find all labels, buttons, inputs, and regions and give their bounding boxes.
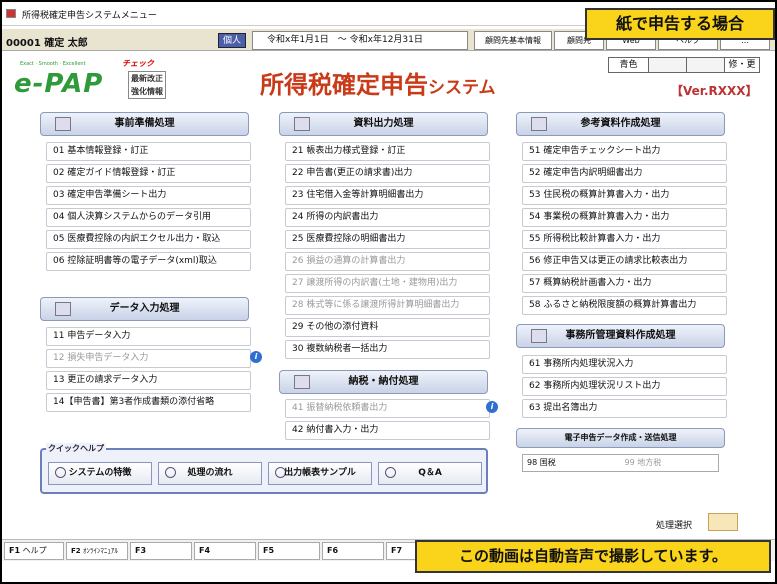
check-line-1: 最新改正 [131, 74, 163, 83]
denshi-row: 98 国税 99 地方税 [522, 454, 719, 472]
menu-item-01[interactable]: 01 基本情報登録・訂正 [46, 142, 251, 161]
computer-icon [55, 302, 71, 316]
color-status: 青色 修・更 [608, 57, 760, 73]
app-title: 所得税確定申告システム [260, 65, 496, 100]
menu-item-58[interactable]: 58 ふるさと納税限度額の概算計算書出力 [522, 296, 727, 315]
menu-item-99[interactable]: 99 地方税 [621, 455, 719, 471]
app-title-sys: システム [428, 78, 496, 98]
app-title-main: 所得税確定申告 [260, 71, 428, 99]
menu-item-53[interactable]: 53 住民税の概算計算書入力・出力 [522, 186, 727, 205]
menu-item-52[interactable]: 52 確定申告内訳明細書出力 [522, 164, 727, 183]
main-window: 所得税確定申告システムメニュー 紙で申告する場合 00001 確定 太郎 個人 … [2, 2, 775, 582]
section-sanko-title: 参考資料作成処理 [580, 118, 661, 129]
menu-item-03[interactable]: 03 確定申告準備シート出力 [46, 186, 251, 205]
color-label: 青色 [609, 58, 649, 72]
info-icon[interactable]: i [486, 401, 498, 413]
menu-item-14[interactable]: 14【申告書】第3者作成書類の添付省略 [46, 393, 251, 412]
folder-icon [531, 329, 547, 343]
kojin-badge[interactable]: 個人 [218, 33, 246, 48]
process-select-input[interactable] [708, 513, 738, 531]
quick-help-label: クイックヘルプ [46, 443, 106, 454]
info-icon[interactable]: i [250, 351, 262, 363]
tools-icon [531, 117, 547, 131]
section-denshi: 電子申告データ作成・送信処理 [516, 428, 725, 448]
menu-item-11[interactable]: 11 申告データ入力 [46, 327, 251, 346]
menu-item-24[interactable]: 24 所得の内訳書出力 [285, 208, 490, 227]
menu-item-26[interactable]: 26 損益の通算の計算書出力 [285, 252, 490, 271]
fkey-f5[interactable]: F5 [258, 542, 320, 560]
menu-item-56[interactable]: 56 修正申告又は更正の請求比較表出力 [522, 252, 727, 271]
menu-item-41[interactable]: 41 振替納税依頼書出力 [285, 399, 490, 418]
menu-item-05[interactable]: 05 医療費控除の内訳エクセル出力・取込 [46, 230, 251, 249]
section-nozei: 納税・納付処理 [279, 370, 488, 394]
check-line-2: 強化情報 [131, 87, 163, 96]
fkey-f2[interactable]: F2 ｵﾝﾗｲﾝﾏﾆｭｱﾙ [66, 542, 128, 560]
color-blank-2 [687, 58, 725, 72]
menu-item-62[interactable]: 62 事務所内処理状況リスト出力 [522, 377, 727, 396]
printer-icon [294, 375, 310, 389]
menu-item-27[interactable]: 27 譲渡所得の内訳書(土地・建物用)出力 [285, 274, 490, 293]
menu-item-61[interactable]: 61 事務所内処理状況入力 [522, 355, 727, 374]
fkey-f6[interactable]: F6 [322, 542, 384, 560]
epap-logo: Exact · Smooth · Excellent e-PAP [14, 59, 114, 103]
version-label: 【Ver.RXXX】 [671, 84, 758, 98]
window-title: 所得税確定申告システムメニュー [22, 11, 157, 21]
menu-item-98[interactable]: 98 国税 [523, 455, 621, 471]
menu-item-13[interactable]: 13 更正の請求データ入力 [46, 371, 251, 390]
section-data-title: データ入力処理 [109, 303, 180, 314]
fkey-f4[interactable]: F4 [194, 542, 256, 560]
check-label: チェック [122, 59, 154, 68]
process-select-label: 処理選択 [656, 521, 693, 531]
section-data: データ入力処理 [40, 297, 249, 321]
logo-text: e-PAP [14, 69, 104, 99]
edit-label[interactable]: 修・更 [725, 58, 759, 72]
menu-item-51[interactable]: 51 確定申告チェックシート出力 [522, 142, 727, 161]
callout-auto-voice: この動画は自動音声で撮影しています。 [415, 540, 771, 573]
menu-item-57[interactable]: 57 概算納税計画書入力・出力 [522, 274, 727, 293]
menu-item-29[interactable]: 29 その他の添付資料 [285, 318, 490, 337]
printer-icon [294, 117, 310, 131]
menu-item-12[interactable]: 12 損失申告データ入力 [46, 349, 251, 368]
section-shiryo: 資料出力処理 [279, 112, 488, 136]
app-icon [6, 9, 16, 18]
menu-item-55[interactable]: 55 所得税比較計算書入力・出力 [522, 230, 727, 249]
check-box: 最新改正 強化情報 [128, 71, 166, 99]
qh-faq-button[interactable]: Q＆A [378, 462, 482, 485]
menu-item-21[interactable]: 21 帳表出力様式登録・訂正 [285, 142, 490, 161]
check-badge: チェック 最新改正 強化情報 [120, 58, 180, 102]
menu-item-02[interactable]: 02 確定ガイド情報登録・訂正 [46, 164, 251, 183]
section-jimusho: 事務所管理資料作成処理 [516, 324, 725, 348]
menu-item-04[interactable]: 04 個人決算システムからのデータ引用 [46, 208, 251, 227]
qh-sample-button[interactable]: 出力帳表サンプル [268, 462, 372, 485]
menu-item-30[interactable]: 30 複数納税者一括出力 [285, 340, 490, 359]
logo-tagline: Exact · Smooth · Excellent [20, 61, 86, 67]
section-shiryo-title: 資料出力処理 [353, 118, 414, 129]
section-jizen: 事前準備処理 [40, 112, 249, 136]
notebook-icon [55, 117, 71, 131]
section-sanko: 参考資料作成処理 [516, 112, 725, 136]
menu-item-25[interactable]: 25 医療費控除の明細書出力 [285, 230, 490, 249]
menu-item-06[interactable]: 06 控除証明書等の電子データ(xml)取込 [46, 252, 251, 271]
qh-features-button[interactable]: システムの特徴 [48, 462, 152, 485]
color-blank-1 [649, 58, 687, 72]
tax-period: 令和x年1月1日 ～ 令和x年12月31日 [252, 31, 468, 50]
callout-paper-filing: 紙で申告する場合 [585, 8, 775, 40]
menu-item-63[interactable]: 63 提出名簿出力 [522, 399, 727, 418]
section-nozei-title: 納税・納付処理 [348, 376, 419, 387]
menu-item-22[interactable]: 22 申告書(更正の請求書)出力 [285, 164, 490, 183]
user-name: 00001 確定 太郎 [6, 38, 88, 49]
fkey-f7[interactable]: F7 [386, 542, 416, 560]
qh-flow-button[interactable]: 処理の流れ [158, 462, 262, 485]
section-jimusho-title: 事務所管理資料作成処理 [565, 330, 676, 341]
client-info-button[interactable]: 顧問先基本情報 [474, 31, 552, 50]
fkey-f3[interactable]: F3 [130, 542, 192, 560]
menu-item-28[interactable]: 28 株式等に係る譲渡所得計算明細書出力 [285, 296, 490, 315]
app-header: Exact · Smooth · Excellent e-PAP チェック 最新… [2, 53, 775, 109]
menu-item-54[interactable]: 54 事業税の概算計算書入力・出力 [522, 208, 727, 227]
section-jizen-title: 事前準備処理 [114, 118, 175, 129]
fkey-f1[interactable]: F1 ヘルプ [4, 542, 64, 560]
menu-item-23[interactable]: 23 住宅借入金等計算明細書出力 [285, 186, 490, 205]
quick-help-panel: クイックヘルプ システムの特徴 処理の流れ 出力帳表サンプル Q＆A [40, 443, 488, 494]
menu-item-42[interactable]: 42 納付書入力・出力 [285, 421, 490, 440]
